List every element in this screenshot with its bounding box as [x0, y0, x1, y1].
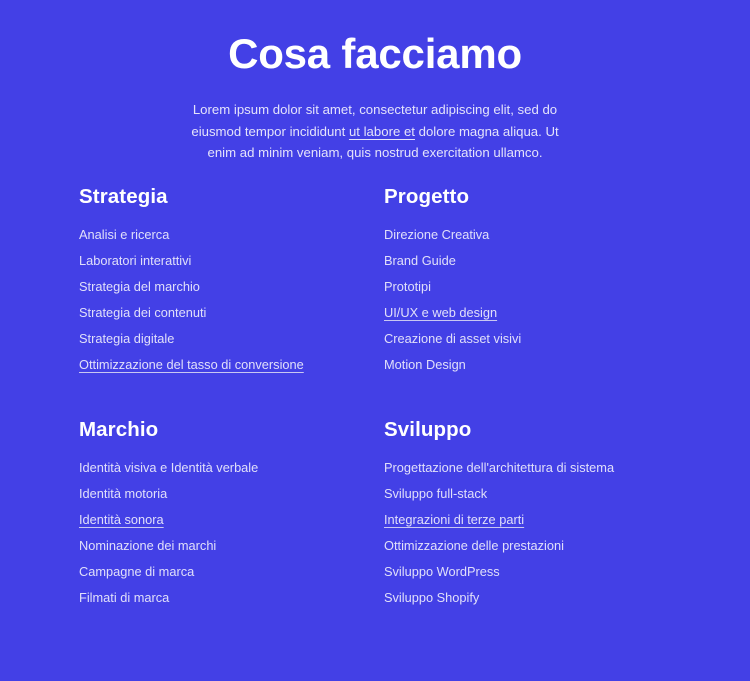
- service-link[interactable]: Motion Design: [384, 357, 466, 372]
- service-link[interactable]: Sviluppo WordPress: [384, 564, 500, 579]
- list-item: Analisi e ricerca: [79, 227, 384, 243]
- list-item: UI/UX e web design: [384, 305, 689, 321]
- list-item: Identità visiva e Identità verbale: [79, 460, 384, 476]
- group-title: Strategia: [79, 185, 168, 208]
- service-link[interactable]: Identità sonora: [79, 512, 164, 527]
- group-list: Identità visiva e Identità verbale Ident…: [79, 460, 384, 606]
- service-link[interactable]: Campagne di marca: [79, 564, 194, 579]
- list-item: Strategia del marchio: [79, 279, 384, 295]
- intro-paragraph: Lorem ipsum dolor sit amet, consectetur …: [177, 99, 573, 164]
- list-item: Progettazione dell'architettura di siste…: [384, 460, 689, 476]
- service-link[interactable]: Sviluppo Shopify: [384, 590, 479, 605]
- list-item: Direzione Creativa: [384, 227, 689, 243]
- list-item: Filmati di marca: [79, 590, 384, 606]
- service-link[interactable]: Direzione Creativa: [384, 227, 489, 242]
- service-link[interactable]: Analisi e ricerca: [79, 227, 169, 242]
- service-link[interactable]: Identità visiva e Identità verbale: [79, 460, 258, 475]
- list-item: Motion Design: [384, 357, 689, 373]
- service-link[interactable]: Creazione di asset visivi: [384, 331, 521, 346]
- service-link[interactable]: Identità motoria: [79, 486, 167, 501]
- list-item: Identità motoria: [79, 486, 384, 502]
- group-title: Marchio: [79, 418, 159, 441]
- group-title: Progetto: [384, 185, 470, 208]
- list-item: Sviluppo full-stack: [384, 486, 689, 502]
- service-group-marchio: Marchio Identità visiva e Identità verba…: [79, 417, 384, 606]
- list-item: Prototipi: [384, 279, 689, 295]
- service-link[interactable]: Strategia dei contenuti: [79, 305, 206, 320]
- services-page: Cosa facciamo Lorem ipsum dolor sit amet…: [0, 0, 750, 681]
- group-list: Progettazione dell'architettura di siste…: [384, 460, 689, 606]
- service-link[interactable]: Ottimizzazione del tasso di conversione: [79, 357, 304, 372]
- service-link[interactable]: Progettazione dell'architettura di siste…: [384, 460, 614, 475]
- list-item: Campagne di marca: [79, 564, 384, 580]
- list-item: Creazione di asset visivi: [384, 331, 689, 347]
- intro-inline-link[interactable]: ut labore et: [349, 124, 415, 139]
- service-link[interactable]: Strategia del marchio: [79, 279, 200, 294]
- list-item: Strategia dei contenuti: [79, 305, 384, 321]
- service-group-progetto: Progetto Direzione Creativa Brand Guide …: [384, 184, 689, 373]
- page-title: Cosa facciamo: [228, 30, 522, 77]
- list-item: Integrazioni di terze parti: [384, 512, 689, 528]
- service-link[interactable]: Prototipi: [384, 279, 431, 294]
- service-link[interactable]: Filmati di marca: [79, 590, 169, 605]
- group-title: Sviluppo: [384, 418, 472, 441]
- list-item: Sviluppo WordPress: [384, 564, 689, 580]
- list-item: Sviluppo Shopify: [384, 590, 689, 606]
- group-list: Direzione Creativa Brand Guide Prototipi…: [384, 227, 689, 373]
- service-link[interactable]: Brand Guide: [384, 253, 456, 268]
- service-link[interactable]: Laboratori interattivi: [79, 253, 191, 268]
- service-link[interactable]: UI/UX e web design: [384, 305, 497, 320]
- list-item: Nominazione dei marchi: [79, 538, 384, 554]
- list-item: Ottimizzazione del tasso di conversione: [79, 357, 384, 373]
- group-list: Analisi e ricerca Laboratori interattivi…: [79, 227, 384, 373]
- list-item: Identità sonora: [79, 512, 384, 528]
- service-link[interactable]: Strategia digitale: [79, 331, 174, 346]
- service-link[interactable]: Integrazioni di terze parti: [384, 512, 524, 527]
- service-link[interactable]: Ottimizzazione delle prestazioni: [384, 538, 564, 553]
- service-groups: Strategia Analisi e ricerca Laboratori i…: [0, 184, 750, 606]
- service-link[interactable]: Nominazione dei marchi: [79, 538, 216, 553]
- list-item: Brand Guide: [384, 253, 689, 269]
- service-link[interactable]: Sviluppo full-stack: [384, 486, 487, 501]
- list-item: Laboratori interattivi: [79, 253, 384, 269]
- list-item: Strategia digitale: [79, 331, 384, 347]
- service-group-sviluppo: Sviluppo Progettazione dell'architettura…: [384, 417, 689, 606]
- list-item: Ottimizzazione delle prestazioni: [384, 538, 689, 554]
- page-header: Cosa facciamo Lorem ipsum dolor sit amet…: [0, 0, 750, 164]
- service-group-strategia: Strategia Analisi e ricerca Laboratori i…: [79, 184, 384, 373]
